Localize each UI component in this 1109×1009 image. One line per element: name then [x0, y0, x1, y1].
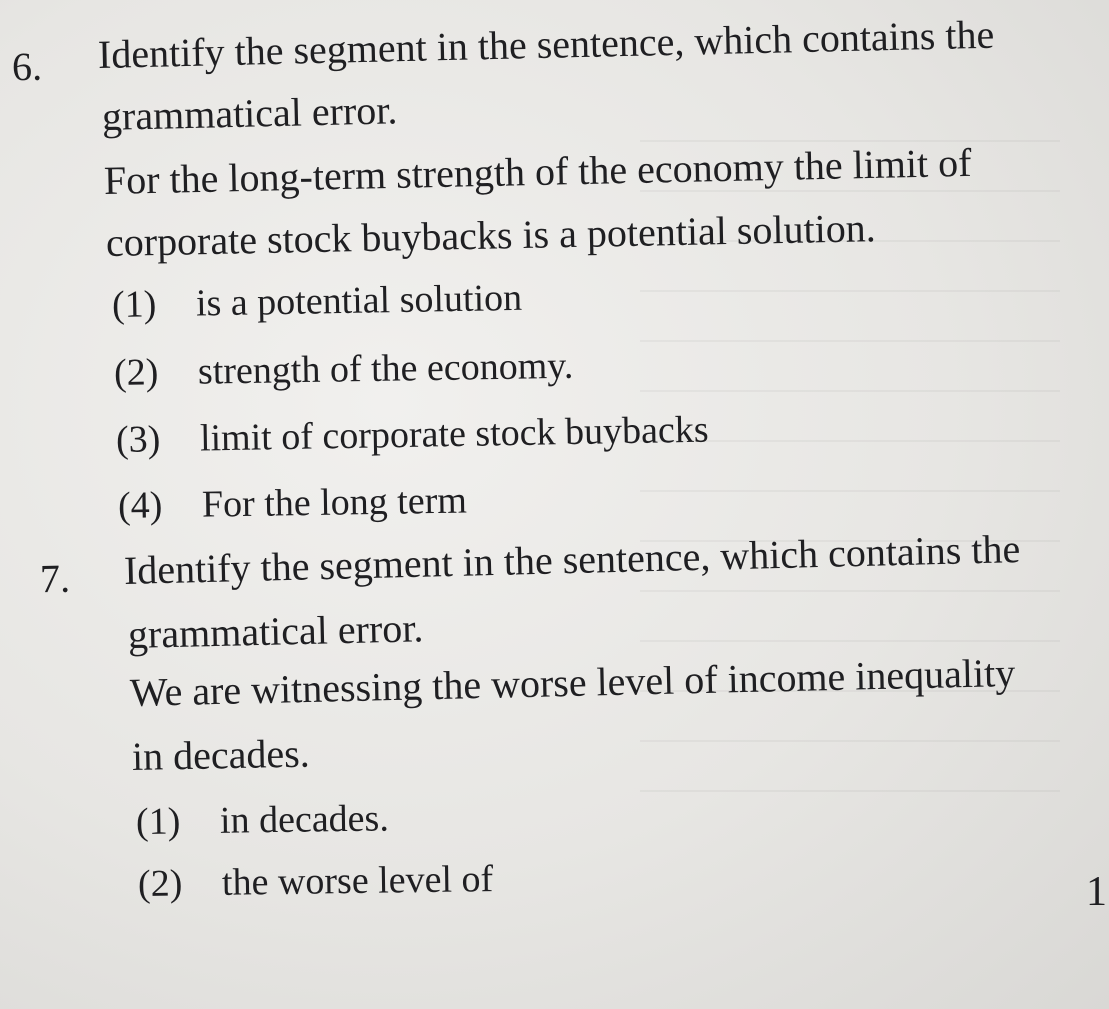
option-text: is a potential solution — [195, 276, 523, 325]
option-number: (4) — [117, 484, 163, 527]
option-item: (1) in decades. — [136, 796, 389, 844]
option-text: For the long term — [201, 479, 468, 526]
question-prompt-line: Identify the segment in the sentence, wh… — [97, 11, 995, 77]
option-number: (2) — [113, 351, 159, 394]
option-item: (2) strength of the economy. — [114, 344, 574, 395]
option-text: in decades. — [219, 797, 390, 842]
question-prompt-line: grammatical error. — [101, 87, 398, 139]
question-number: 6. — [11, 43, 43, 90]
option-number: (1) — [111, 283, 157, 326]
top-cut-line — [60, 0, 760, 7]
option-number: (1) — [135, 800, 181, 843]
page-number: 1 — [1086, 869, 1107, 915]
option-text: strength of the economy. — [197, 344, 574, 393]
option-item: (4) For the long term — [118, 479, 468, 528]
question-number: 7. — [39, 555, 71, 602]
option-text: the worse level of — [221, 858, 494, 904]
option-item: (1) is a potential solution — [112, 276, 523, 327]
option-item: (3) limit of corporate stock buybacks — [116, 408, 709, 462]
question-sentence-line: in decades. — [131, 730, 311, 779]
option-number: (3) — [115, 418, 161, 461]
exam-page: 6. Identify the segment in the sentence,… — [0, 0, 1109, 1009]
option-text: limit of corporate stock buybacks — [199, 408, 709, 460]
option-number: (2) — [137, 862, 183, 905]
option-item: (2) the worse level of — [138, 857, 494, 906]
